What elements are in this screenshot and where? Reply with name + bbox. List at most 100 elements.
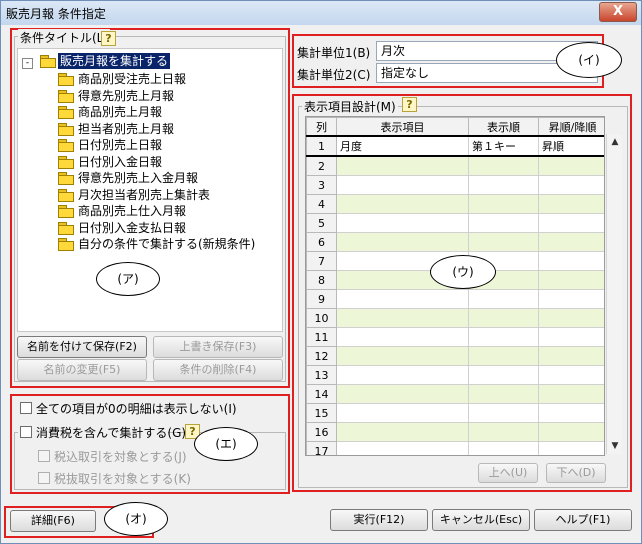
- tree-item[interactable]: 商品別受注売上日報: [78, 71, 186, 87]
- tree-expander[interactable]: -: [22, 53, 33, 69]
- grid-row[interactable]: 2: [306, 155, 604, 176]
- grid-cell[interactable]: [336, 232, 469, 252]
- tree-item[interactable]: 商品別売上月報: [78, 104, 162, 120]
- grid-cell[interactable]: [538, 155, 604, 176]
- grid-cell[interactable]: [468, 289, 539, 309]
- grid-cell[interactable]: [336, 327, 469, 347]
- display-help-icon[interactable]: ?: [402, 97, 417, 112]
- grid-cell[interactable]: [468, 213, 539, 233]
- grid-cell[interactable]: [538, 403, 604, 423]
- grid-cell[interactable]: [538, 194, 604, 214]
- grid-cell[interactable]: [336, 384, 469, 404]
- tree-item[interactable]: 日付別売上日報: [78, 137, 162, 153]
- tree-item[interactable]: 得意先別売上入金月報: [78, 170, 198, 186]
- cancel-button[interactable]: キャンセル(Esc): [432, 509, 530, 531]
- grid-cell[interactable]: [336, 365, 469, 385]
- conditions-help-icon[interactable]: ?: [101, 31, 116, 46]
- grid-row[interactable]: 10: [306, 308, 604, 328]
- grid-cell[interactable]: [468, 194, 539, 214]
- grid-cell[interactable]: 昇順: [538, 135, 604, 157]
- grid-cell[interactable]: [468, 365, 539, 385]
- tree-item[interactable]: 月次担当者別売上集計表: [78, 187, 210, 203]
- tree-item[interactable]: 日付別入金日報: [78, 154, 162, 170]
- save-as-button[interactable]: 名前を付けて保存(F2): [17, 336, 147, 358]
- grid-row[interactable]: 3: [306, 175, 604, 195]
- tree-item[interactable]: 自分の条件で集計する(新規条件): [78, 236, 255, 252]
- grid-cell[interactable]: [468, 175, 539, 195]
- grid-row[interactable]: 13: [306, 365, 604, 385]
- grid-cell[interactable]: [468, 384, 539, 404]
- move-down-button[interactable]: 下へ(D): [546, 463, 606, 483]
- run-button[interactable]: 実行(F12): [330, 509, 428, 531]
- grid-row[interactable]: 17: [306, 441, 604, 455]
- grid-cell[interactable]: [336, 441, 469, 455]
- rename-button[interactable]: 名前の変更(F5): [17, 359, 147, 381]
- grid-cell[interactable]: [468, 422, 539, 442]
- move-up-button[interactable]: 上へ(U): [478, 463, 538, 483]
- grid-scrollbar[interactable]: ▲ ▼: [606, 134, 622, 454]
- grid-cell[interactable]: [468, 155, 539, 176]
- grid-cell[interactable]: [538, 270, 604, 290]
- grid-cell[interactable]: [336, 155, 469, 176]
- grid-cell[interactable]: [468, 232, 539, 252]
- tree-item[interactable]: 商品別売上仕入月報: [78, 203, 186, 219]
- overwrite-button[interactable]: 上書き保存(F3): [153, 336, 283, 358]
- detail-button[interactable]: 詳細(F6): [10, 510, 96, 532]
- grid-cell[interactable]: [538, 441, 604, 455]
- hide-zero-checkbox[interactable]: [20, 402, 32, 414]
- grid-cell[interactable]: [538, 384, 604, 404]
- grid-header-cell[interactable]: 昇順/降順: [538, 117, 604, 137]
- grid-cell[interactable]: [538, 327, 604, 347]
- scroll-down-arrow-icon[interactable]: ▼: [607, 438, 623, 454]
- grid-header-cell[interactable]: 表示順: [468, 117, 539, 137]
- grid-cell[interactable]: [538, 365, 604, 385]
- grid-row[interactable]: 6: [306, 232, 604, 252]
- grid-cell[interactable]: [468, 327, 539, 347]
- close-button[interactable]: X: [599, 2, 637, 22]
- row-number: 11: [306, 327, 337, 347]
- grid-header-cell[interactable]: 列: [306, 117, 337, 137]
- grid-cell[interactable]: [336, 308, 469, 328]
- grid-cell[interactable]: [538, 422, 604, 442]
- grid-cell[interactable]: [336, 175, 469, 195]
- tax-in-checkbox[interactable]: [38, 450, 50, 462]
- grid-header-cell[interactable]: 表示項目: [336, 117, 469, 137]
- grid-row[interactable]: 16: [306, 422, 604, 442]
- grid-cell[interactable]: [468, 308, 539, 328]
- grid-cell[interactable]: [538, 289, 604, 309]
- grid-cell[interactable]: [468, 403, 539, 423]
- include-tax-checkbox[interactable]: [20, 426, 32, 438]
- tree-root[interactable]: 販売月報を集計する: [58, 53, 171, 69]
- grid-row[interactable]: 11: [306, 327, 604, 347]
- grid-cell[interactable]: [468, 346, 539, 366]
- grid-row[interactable]: 1 月度 第１キー 昇順: [306, 135, 604, 157]
- tree-item[interactable]: 担当者別売上月報: [78, 121, 174, 137]
- grid-cell[interactable]: 月度: [336, 135, 469, 157]
- grid-cell[interactable]: [336, 403, 469, 423]
- grid-row[interactable]: 12: [306, 346, 604, 366]
- grid-cell[interactable]: [336, 346, 469, 366]
- grid-cell[interactable]: 第１キー: [468, 135, 539, 157]
- grid-row[interactable]: 15: [306, 403, 604, 423]
- grid-cell[interactable]: [336, 194, 469, 214]
- help-button[interactable]: ヘルプ(F1): [534, 509, 632, 531]
- grid-cell[interactable]: [336, 422, 469, 442]
- tree-item[interactable]: 得意先別売上月報: [78, 88, 174, 104]
- grid-row[interactable]: 5: [306, 213, 604, 233]
- grid-cell[interactable]: [538, 346, 604, 366]
- grid-cell[interactable]: [538, 232, 604, 252]
- tax-out-checkbox[interactable]: [38, 472, 50, 484]
- grid-cell[interactable]: [538, 213, 604, 233]
- delete-condition-button[interactable]: 条件の削除(F4): [153, 359, 283, 381]
- grid-cell[interactable]: [538, 175, 604, 195]
- grid-row[interactable]: 9: [306, 289, 604, 309]
- grid-cell[interactable]: [336, 289, 469, 309]
- scroll-up-arrow-icon[interactable]: ▲: [607, 134, 623, 150]
- tree-item[interactable]: 日付別入金支払日報: [78, 220, 186, 236]
- grid-cell[interactable]: [538, 251, 604, 271]
- grid-cell[interactable]: [538, 308, 604, 328]
- grid-row[interactable]: 14: [306, 384, 604, 404]
- grid-cell[interactable]: [336, 213, 469, 233]
- grid-row[interactable]: 4: [306, 194, 604, 214]
- grid-cell[interactable]: [468, 441, 539, 455]
